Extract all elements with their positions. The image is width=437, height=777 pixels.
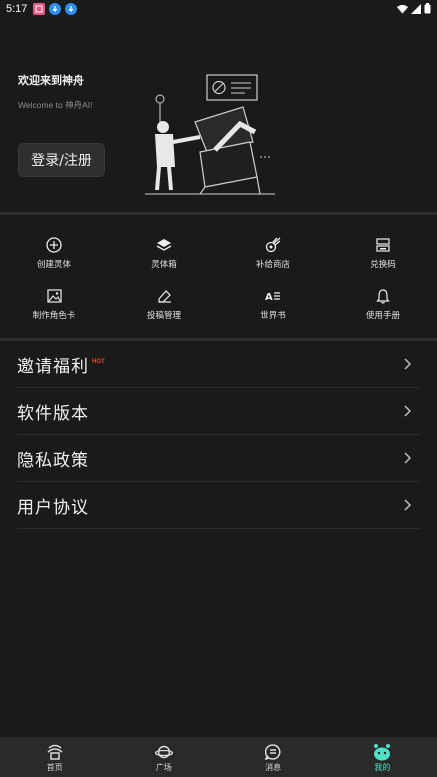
signal-icon <box>411 3 421 14</box>
status-time: 5:17 <box>6 2 28 15</box>
nav-label: 消息 <box>265 763 282 772</box>
grid-label: 补给商店 <box>255 260 290 270</box>
chevron-right-icon <box>404 405 412 417</box>
nav-label: 广场 <box>155 763 172 772</box>
list-item-label: 软件版本 <box>17 403 89 424</box>
grid-item-user-manual[interactable]: 使用手册 <box>343 276 423 321</box>
chevron-right-icon <box>404 499 412 511</box>
chevron-right-icon <box>404 452 412 464</box>
worldbook-icon: A <box>264 288 282 304</box>
settings-list: 邀请福利 HOT 软件版本 隐私政策 用户协议 <box>17 341 420 529</box>
grid-label: 灵体箱 <box>151 260 177 270</box>
welcome-illustration <box>145 74 275 195</box>
grid-label: 创建灵体 <box>36 260 71 270</box>
wifi-icon <box>397 4 408 14</box>
download-icon <box>65 2 78 15</box>
list-item-software-version[interactable]: 软件版本 <box>17 388 420 435</box>
welcome-title: 欢迎来到神舟 <box>18 74 84 87</box>
profile-header: 欢迎来到神舟 Welcome to 神舟AI! 登录/注册 <box>0 17 437 212</box>
download-icon <box>49 2 62 15</box>
list-item-invite-rewards[interactable]: 邀请福利 HOT <box>17 341 420 388</box>
feature-grid: 创建灵体 灵体箱 补给商店 兑换码 制作角色卡 投稿管理 A 世界书 使用手册 <box>0 225 437 335</box>
planet-icon <box>154 743 174 761</box>
edit-icon <box>155 288 173 304</box>
nav-label: 我的 <box>374 763 391 772</box>
nav-tab-profile[interactable]: 我的 <box>328 737 437 777</box>
grid-item-make-character-card[interactable]: 制作角色卡 <box>14 276 94 321</box>
section-divider <box>0 212 437 215</box>
battery-icon <box>424 3 431 14</box>
box-icon <box>155 237 173 253</box>
nav-label: 首页 <box>46 763 63 772</box>
message-icon <box>263 743 283 761</box>
grid-item-submission-management[interactable]: 投稿管理 <box>124 276 204 321</box>
redeem-icon <box>374 237 392 253</box>
grid-label: 使用手册 <box>365 311 400 321</box>
home-icon <box>45 743 65 761</box>
svg-text:A: A <box>265 292 273 302</box>
hot-badge: HOT <box>92 359 105 365</box>
bell-icon <box>374 288 392 304</box>
image-icon <box>45 288 63 304</box>
list-item-user-agreement[interactable]: 用户协议 <box>17 482 420 529</box>
grid-item-redeem-code[interactable]: 兑换码 <box>343 225 423 270</box>
login-register-button[interactable]: 登录/注册 <box>18 143 105 177</box>
bottom-navigation: 首页 广场 消息 我的 <box>0 737 437 777</box>
grid-label: 投稿管理 <box>146 311 181 321</box>
list-item-label: 隐私政策 <box>17 450 89 471</box>
grid-label: 世界书 <box>260 311 286 321</box>
list-item-privacy-policy[interactable]: 隐私政策 <box>17 435 420 482</box>
grid-label: 制作角色卡 <box>32 311 76 321</box>
plus-circle-icon <box>45 237 63 253</box>
nav-tab-messages[interactable]: 消息 <box>219 737 328 777</box>
grid-item-world-book[interactable]: A 世界书 <box>233 276 313 321</box>
grid-label: 兑换码 <box>370 260 396 270</box>
status-bar: 5:17 <box>0 0 437 17</box>
grid-item-spirit-box[interactable]: 灵体箱 <box>124 225 204 270</box>
grid-item-create-spirit[interactable]: 创建灵体 <box>14 225 94 270</box>
nav-tab-square[interactable]: 广场 <box>109 737 218 777</box>
list-item-label: 邀请福利 <box>17 356 89 377</box>
grid-item-supply-store[interactable]: 补给商店 <box>233 225 313 270</box>
meteor-icon <box>264 237 282 253</box>
profile-icon <box>372 743 392 761</box>
chevron-right-icon <box>404 358 412 370</box>
list-item-label: 用户协议 <box>17 497 89 518</box>
welcome-subtitle: Welcome to 神舟AI! <box>18 100 93 110</box>
app-notification-icon <box>33 2 46 15</box>
nav-tab-home[interactable]: 首页 <box>0 737 109 777</box>
